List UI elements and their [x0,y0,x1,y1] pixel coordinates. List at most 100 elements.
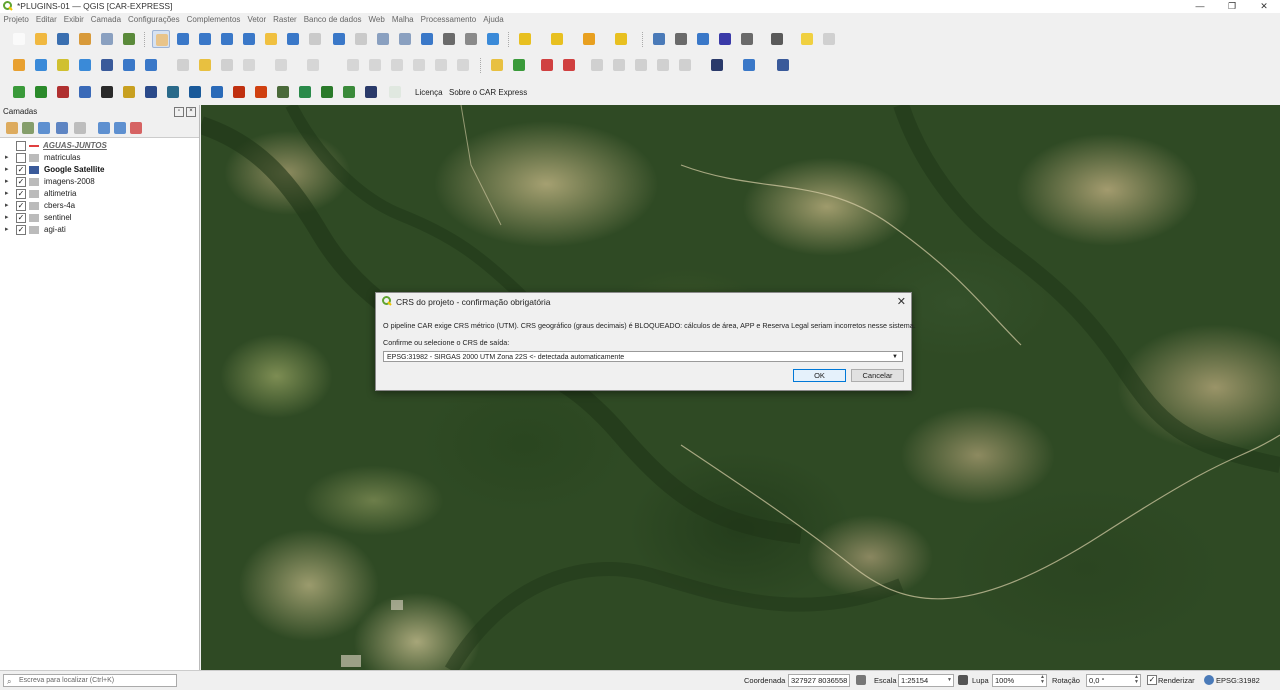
temporal-controller-icon[interactable] [462,30,480,48]
car-tool-3-icon[interactable] [54,83,72,101]
car-tool-11-icon[interactable] [230,83,248,101]
open-table-icon[interactable] [738,30,756,48]
ok-button[interactable]: OK [793,369,846,382]
new-temporary-layer-icon[interactable] [98,56,116,74]
map-tips-icon[interactable] [798,30,816,48]
panel-float-button[interactable]: ▫ [174,107,184,117]
new-mesh-layer-icon[interactable] [142,56,160,74]
menu-exibir[interactable]: Exibir [60,13,87,26]
select-by-location-icon[interactable] [612,30,630,48]
layer-item[interactable]: ▸ ✓ agi-ati [0,224,199,236]
layer-item[interactable]: ▸ ✓ altimetria [0,188,199,200]
remove-layer-icon[interactable] [130,122,142,134]
car-tool-17-icon[interactable] [362,83,380,101]
layer-visibility-checkbox[interactable]: ✓ [16,225,26,235]
show-bookmarks-icon[interactable] [440,30,458,48]
attribute-table-icon[interactable] [672,30,690,48]
new-shapefile-layer-icon[interactable] [54,56,72,74]
menu-complementos[interactable]: Complementos [183,13,244,26]
layer-item[interactable]: ▸ matriculas [0,152,199,164]
expand-arrow-icon[interactable]: ▸ [5,225,9,233]
zoom-native-icon[interactable] [306,30,324,48]
toggle-editing-icon[interactable] [196,56,214,74]
show-hide-labels-icon[interactable] [654,56,672,74]
layer-visibility-checkbox[interactable]: ✓ [16,177,26,187]
crs-globe-icon[interactable] [1204,675,1214,685]
menu-vetor[interactable]: Vetor [244,13,270,26]
label-tool-icon[interactable] [488,56,506,74]
menu-raster[interactable]: Raster [270,13,301,26]
crs-status-button[interactable]: EPSG:31982 [1216,676,1260,685]
cancel-button[interactable]: Cancelar [851,369,904,382]
layer-item[interactable]: ▸ ✓ Google Satellite [0,164,199,176]
cut-features-icon[interactable] [366,56,384,74]
menu-editar[interactable]: Editar [32,13,60,26]
change-label-icon[interactable] [632,56,650,74]
menu-configuracoes[interactable]: Configurações [125,13,184,26]
digitize-icon[interactable] [240,56,258,74]
paste-features-icon[interactable] [410,56,428,74]
expand-arrow-icon[interactable]: ▸ [5,213,9,221]
toggle-extents-icon[interactable] [856,675,866,685]
delete-selected-icon[interactable] [344,56,362,74]
menu-malha[interactable]: Malha [388,13,417,26]
select-by-value-icon[interactable] [548,30,566,48]
layer-styling-icon[interactable] [6,122,18,134]
new-project-icon[interactable] [10,30,28,48]
statistics-sigma-icon[interactable] [716,30,734,48]
move-label-icon[interactable] [588,56,606,74]
new-geopackage-layer-icon[interactable] [32,56,50,74]
style-manager-icon[interactable] [120,30,138,48]
new-map-view-icon[interactable] [374,30,392,48]
coordinate-field[interactable]: 327927 8036558 [788,674,850,687]
data-source-manager-icon[interactable] [10,56,28,74]
new-bookmark-icon[interactable] [418,30,436,48]
car-tool-12-icon[interactable] [252,83,270,101]
modify-attributes-icon[interactable] [304,56,322,74]
expand-arrow-icon[interactable]: ▸ [5,177,9,185]
car-tool-14-icon[interactable] [296,83,314,101]
open-project-icon[interactable] [32,30,50,48]
manage-visibility-icon[interactable] [38,122,50,134]
pan-map-icon[interactable] [152,30,170,48]
rotate-label-icon[interactable] [610,56,628,74]
diagram-tool-icon[interactable] [510,56,528,74]
copy-features-icon[interactable] [388,56,406,74]
layout-manager-icon[interactable] [98,30,116,48]
filter-legend-icon[interactable] [56,122,68,134]
expand-arrow-icon[interactable]: ▸ [5,165,9,173]
minimize-button[interactable]: — [1184,0,1216,13]
layer-visibility-checkbox[interactable]: ✓ [16,201,26,211]
add-group-icon[interactable] [22,122,34,134]
layer-visibility-checkbox[interactable]: ✓ [16,189,26,199]
expand-arrow-icon[interactable]: ▸ [5,189,9,197]
deselect-features-icon[interactable] [580,30,598,48]
label-properties-icon[interactable] [676,56,694,74]
car-tool-7-icon[interactable] [142,83,160,101]
car-tool-10-icon[interactable] [208,83,226,101]
crs-select-dropdown[interactable]: EPSG:31982 - SIRGAS 2000 UTM Zona 22S <-… [383,351,903,362]
refresh-icon[interactable] [484,30,502,48]
menu-web[interactable]: Web [365,13,388,26]
python-console-icon[interactable] [740,56,758,74]
select-features-icon[interactable] [516,30,534,48]
car-tool-15-icon[interactable] [318,83,336,101]
about-car-express-button[interactable]: Sobre o CAR Express [449,88,527,97]
layer-item[interactable]: ▸ ✓ imagens-2008 [0,176,199,188]
locate-icon[interactable] [820,30,838,48]
menu-banco-de-dados[interactable]: Banco de dados [300,13,365,26]
layer-visibility-checkbox[interactable] [16,153,26,163]
render-checkbox[interactable]: ✓ [1147,675,1157,685]
car-tool-2-icon[interactable] [32,83,50,101]
zoom-out-icon[interactable] [218,30,236,48]
measure-icon[interactable] [768,30,786,48]
settings-gear-icon[interactable] [694,30,712,48]
car-tool-16-icon[interactable] [340,83,358,101]
layer-visibility-checkbox[interactable]: ✓ [16,165,26,175]
expand-arrow-icon[interactable]: ▸ [5,153,9,161]
pin-labels-icon[interactable] [538,56,556,74]
layer-item[interactable]: ▸ ✓ sentinel [0,212,199,224]
help-icon[interactable] [774,56,792,74]
zoom-full-icon[interactable] [240,30,258,48]
license-button[interactable]: Licença [415,88,443,97]
